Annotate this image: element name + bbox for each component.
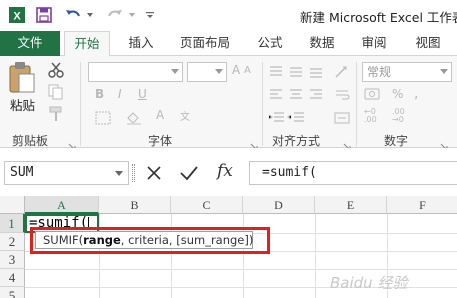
orientation-icon[interactable] [334,64,350,83]
formula-bar: SUM fx =sumif( [0,148,457,196]
font-color-icon[interactable]: A [156,108,164,122]
group-label-alignment: 对齐方式 [272,134,321,148]
gridline [25,269,457,270]
excel-logo-icon: X [6,5,28,25]
group-separator [356,62,357,146]
shrink-font-icon[interactable]: A [244,65,251,76]
row-header-1[interactable]: 1 [0,214,25,233]
gridline [315,214,316,298]
decrease-decimal-icon[interactable]: .00 →0 [392,108,405,124]
group-separator [262,62,263,146]
group-label-number: 数字 [384,134,409,148]
tab-home[interactable]: 开始 [64,31,110,57]
save-icon[interactable] [34,5,54,25]
formula-buttons: fx [137,161,245,185]
ribbon-home: 粘贴 剪贴板 A A B I U A 文 字体 对齐方式 常规 % , ←0 .… [0,56,457,151]
paste-label[interactable]: 粘贴 [10,95,35,114]
row-header-3[interactable]: 3 [0,251,25,269]
formula-input[interactable]: =sumif( [249,161,457,185]
font-size-combo[interactable] [187,62,227,82]
name-box-dropdown-icon[interactable] [115,171,123,176]
row-header-4[interactable]: 4 [0,269,25,287]
number-format-combo[interactable]: 常规 [362,62,452,82]
window-title: 新建 Microsoft Excel 工作表 [300,10,457,25]
tab-page-layout[interactable]: 页面布局 [175,31,235,56]
tab-formulas[interactable]: 公式 [252,31,288,56]
svg-text:X: X [13,11,21,23]
row-header-2[interactable]: 2 [0,233,25,251]
watermark: Baidu 经验 [330,274,408,292]
borders-icon[interactable] [95,110,111,129]
redo-dropdown-icon[interactable] [127,5,137,25]
group-separator [80,62,81,146]
column-header-b[interactable]: B [99,196,171,214]
insert-function-icon[interactable]: fx [217,161,233,181]
number-format-value: 常规 [367,65,392,79]
bold-icon[interactable]: B [95,87,104,101]
cut-icon[interactable] [48,62,64,82]
italic-icon[interactable]: I [118,87,122,101]
undo-dropdown-icon[interactable] [85,5,95,25]
copy-icon[interactable] [48,84,64,104]
select-all-corner[interactable] [0,196,25,214]
align-left-icon[interactable] [268,87,328,106]
tab-data[interactable]: 数据 [304,31,340,56]
group-label-font: 字体 [148,134,173,148]
cancel-icon[interactable] [145,164,163,186]
column-header-f[interactable]: F [387,196,457,214]
name-box-value: SUM [10,165,34,180]
column-header-e[interactable]: E [315,196,387,214]
fill-color-icon[interactable] [125,110,143,129]
paste-icon[interactable] [8,60,36,98]
currency-icon[interactable] [364,86,382,106]
ribbon-tabs: 文件 开始 插入 页面布局 公式 数据 审阅 视图 [0,31,457,57]
grow-font-icon[interactable]: A [232,63,240,77]
comma-style-icon[interactable]: , [414,86,418,102]
tab-view[interactable]: 视图 [408,31,448,56]
worksheet-grid: A B C D E F 1 2 3 4 5 =sumif( SUMIF(rang… [0,196,457,298]
merge-cells-icon[interactable] [334,110,350,129]
highlight-annotation-box [30,227,270,254]
column-header-a[interactable]: A [25,196,99,214]
underline-icon[interactable]: U [138,87,147,101]
format-painter-icon[interactable] [48,106,64,126]
enter-check-icon[interactable] [179,164,199,186]
tab-review[interactable]: 审阅 [356,31,392,56]
align-top-icon[interactable] [268,64,328,83]
column-header-c[interactable]: C [171,196,243,214]
font-name-combo[interactable] [88,62,183,82]
percent-icon[interactable]: % [392,87,403,101]
tab-insert[interactable]: 插入 [120,31,162,56]
indent-icon[interactable] [268,110,308,129]
name-box[interactable]: SUM [4,161,129,185]
redo-icon[interactable] [104,5,126,25]
group-label-clipboard: 剪贴板 [12,134,49,148]
increase-decimal-icon[interactable]: ←0.00 [364,108,377,124]
excel-window: X 新建 Microsoft Excel 工作表 文件 开始 插入 页面布局 公… [0,0,457,298]
undo-icon[interactable] [62,5,84,25]
row-header-5[interactable]: 5 [0,287,25,298]
tab-file[interactable]: 文件 [0,31,60,56]
title-bar: X 新建 Microsoft Excel 工作表 [0,0,457,31]
wrap-text-icon[interactable] [334,87,350,106]
phonetic-icon[interactable]: 文 [180,108,190,123]
formula-bar-splitter[interactable] [132,164,135,182]
customize-toolbar-icon[interactable] [144,5,156,25]
column-header-d[interactable]: D [243,196,315,214]
